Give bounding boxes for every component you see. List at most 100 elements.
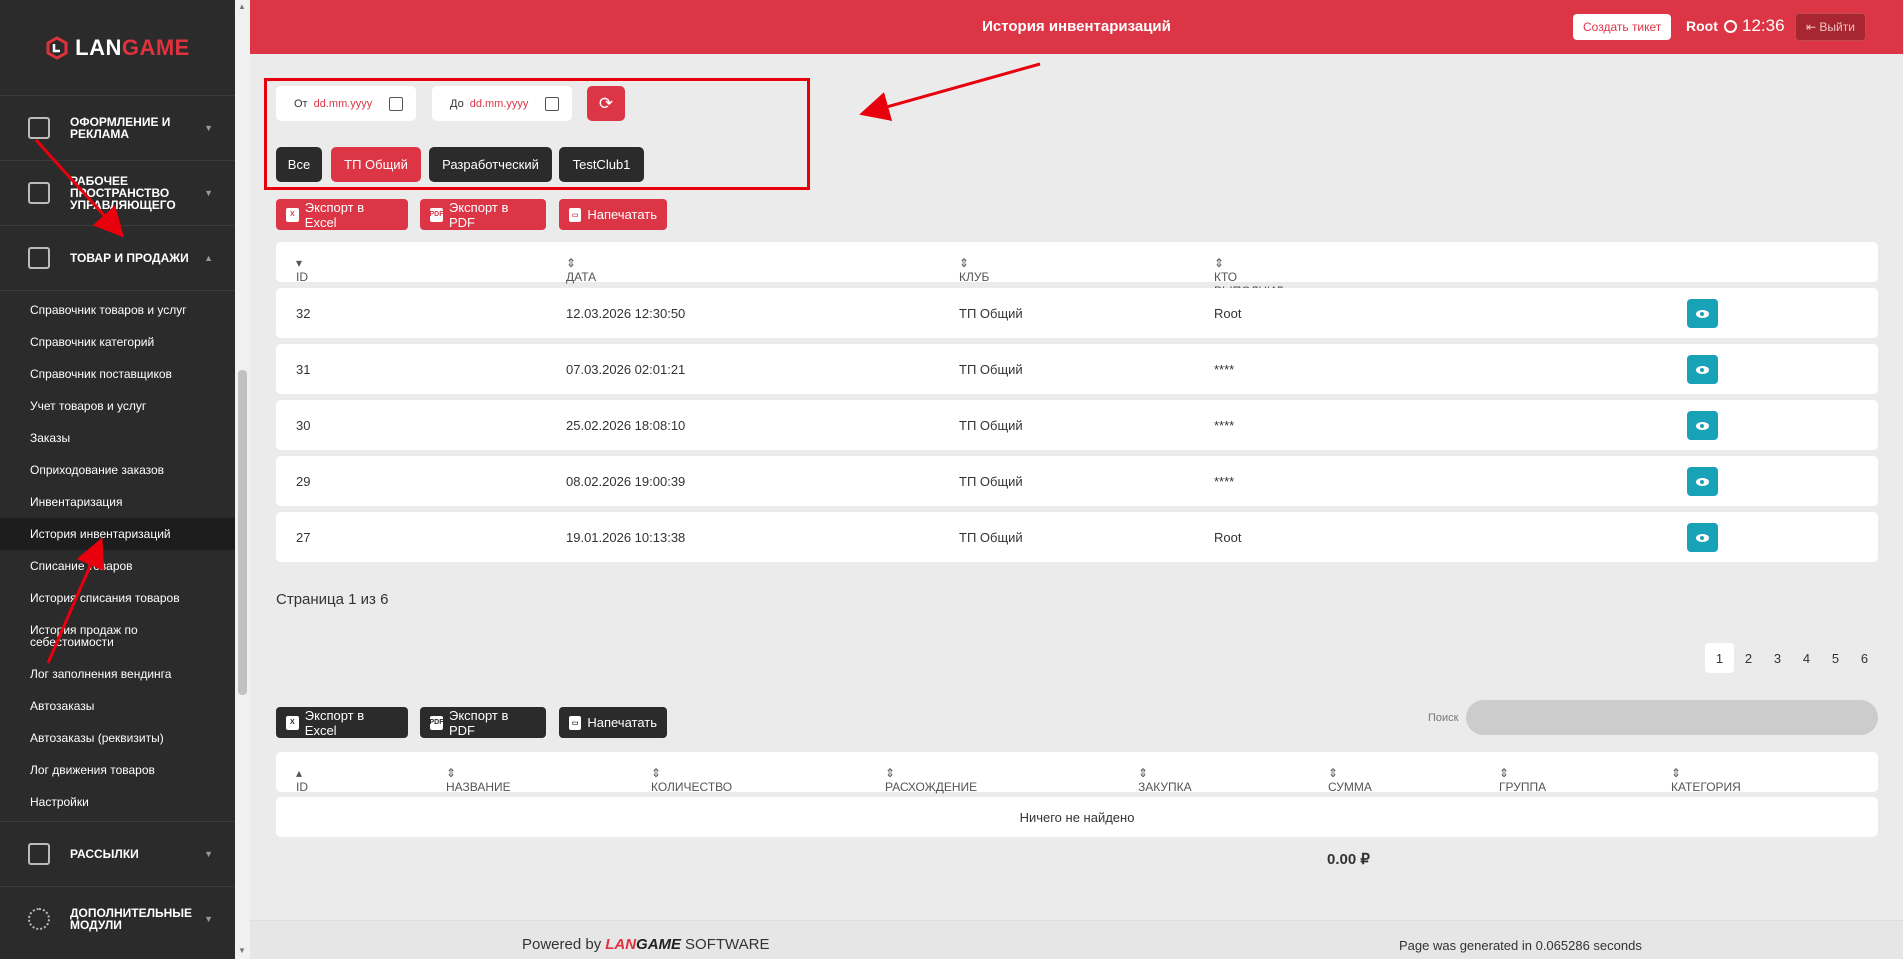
refresh-icon: ⟳ (598, 93, 614, 113)
sidebar-group-modules[interactable]: ДОПОЛНИТЕЛЬНЫЕ МОДУЛИ ▼ (0, 886, 235, 951)
details-table-header: ID ▴ НАЗВАНИЕ ⇕ КОЛИЧЕСТВО ⇕ РАСХОЖДЕНИЕ… (276, 752, 1878, 794)
sidebar-group-label: ОФОРМЛЕНИЕ И РЕКЛАМА (70, 115, 171, 141)
powered-by: Powered by LANGAME SOFTWARE (522, 936, 770, 953)
column-header-id[interactable]: ID ▴ (296, 766, 308, 794)
cell-id: 30 (296, 418, 311, 433)
chevron-down-icon: ▼ (204, 188, 213, 198)
scroll-up-icon[interactable]: ▲ (238, 2, 246, 11)
column-header-who[interactable]: КТО ВЫПОЛНИЛ ⇕ (1214, 256, 1284, 298)
generation-time: Page was generated in 0.065286 seconds (1399, 938, 1642, 953)
logout-button[interactable]: ⇤ Выйти (1795, 13, 1866, 41)
club-filter-tp-general[interactable]: ТП Общий (331, 147, 421, 182)
page-link-5[interactable]: 5 (1821, 643, 1850, 673)
calendar-icon[interactable] (388, 96, 403, 111)
club-filter-dev[interactable]: Разработческий (429, 147, 552, 182)
export-excel-button[interactable]: X Экспорт в Excel (276, 199, 408, 230)
view-button[interactable] (1687, 467, 1718, 496)
view-button[interactable] (1687, 523, 1718, 552)
view-button[interactable] (1687, 411, 1718, 440)
cell-club: ТП Общий (959, 362, 1023, 377)
software-label: SOFTWARE (685, 936, 770, 953)
sidebar-group-goods[interactable]: ТОВАР И ПРОДАЖИ ▲ (0, 225, 235, 290)
sidebar-group-design[interactable]: ОФОРМЛЕНИЕ И РЕКЛАМА ▼ (0, 95, 235, 160)
cell-id: 31 (296, 362, 311, 377)
sidebar-item[interactable]: Автозаказы (реквизиты) (0, 722, 235, 754)
button-label: Напечатать (587, 715, 657, 730)
sidebar-item-active[interactable]: История инвентаризаций (0, 518, 235, 550)
date-from-field[interactable]: От dd.mm.yyyy (276, 86, 416, 121)
sidebar-group-mailing[interactable]: РАССЫЛКИ ▼ (0, 821, 235, 886)
page-link-1[interactable]: 1 (1705, 643, 1734, 673)
column-header-date[interactable]: ДАТА ⇕ (566, 256, 596, 284)
refresh-button[interactable]: ⟳ (587, 86, 625, 121)
sidebar-item[interactable]: История продаж по себестоимости (0, 614, 235, 658)
create-ticket-button[interactable]: Создать тикет (1573, 14, 1672, 40)
sidebar-item[interactable]: Списание товаров (0, 550, 235, 582)
export-pdf-button[interactable]: PDF Экспорт в PDF (420, 707, 546, 738)
sidebar-item[interactable]: Настройки (0, 786, 235, 818)
clock-icon (1724, 19, 1737, 33)
sidebar-item[interactable]: Справочник поставщиков (0, 358, 235, 390)
page-link-6[interactable]: 6 (1850, 643, 1879, 673)
topbar: История инвентаризаций Создать тикет Roo… (250, 0, 1903, 54)
column-header-category[interactable]: КАТЕГОРИЯ ⇕ (1671, 766, 1741, 794)
print-button[interactable]: ▭ Напечатать (559, 199, 667, 230)
print-button[interactable]: ▭ Напечатать (559, 707, 667, 738)
sidebar-item[interactable]: Инвентаризация (0, 486, 235, 518)
club-filter-all[interactable]: Все (276, 147, 322, 182)
sidebar-scrollbar[interactable]: ▲ ▼ (235, 0, 250, 959)
page-link-3[interactable]: 3 (1763, 643, 1792, 673)
table-row: 32 12.03.2026 12:30:50 ТП Общий Root (276, 288, 1878, 338)
sidebar-item[interactable]: Справочник категорий (0, 326, 235, 358)
logout-icon: ⇤ (1806, 20, 1820, 34)
page-link-4[interactable]: 4 (1792, 643, 1821, 673)
column-header-club[interactable]: КЛУБ ⇕ (959, 256, 989, 284)
column-header-discrepancy[interactable]: РАСХОЖДЕНИЕ ⇕ (885, 766, 977, 794)
view-button[interactable] (1687, 355, 1718, 384)
sidebar: LANGAME ОФОРМЛЕНИЕ И РЕКЛАМА ▼ РАБОЧЕЕ П… (0, 0, 235, 959)
cell-club: ТП Общий (959, 418, 1023, 433)
sidebar-group-label: ТОВАР И ПРОДАЖИ (70, 251, 189, 265)
button-label: Экспорт в Excel (304, 199, 365, 230)
sidebar-group-label: ДОПОЛНИТЕЛЬНЫЕ МОДУЛИ (70, 906, 193, 932)
eye-icon (1696, 477, 1709, 486)
search-input[interactable] (1466, 700, 1878, 735)
table-row: 29 08.02.2026 19:00:39 ТП Общий **** (276, 456, 1878, 506)
scroll-down-icon[interactable]: ▼ (238, 946, 246, 955)
sidebar-submenu: Справочник товаров и услуг Справочник ка… (0, 290, 235, 821)
sidebar-item[interactable]: Справочник товаров и услуг (0, 294, 235, 326)
cell-who: **** (1214, 362, 1235, 377)
column-header-sum[interactable]: СУММА ⇕ (1328, 766, 1372, 794)
cell-who: **** (1214, 474, 1235, 489)
calendar-icon[interactable] (544, 96, 559, 111)
page-link-2[interactable]: 2 (1734, 643, 1763, 673)
sidebar-item[interactable]: Заказы (0, 422, 235, 454)
user-name[interactable]: Root (1686, 18, 1718, 34)
sidebar-group-label: РАССЫЛКИ (70, 847, 139, 861)
sidebar-item[interactable]: История списания товаров (0, 582, 235, 614)
date-to-field[interactable]: До dd.mm.yyyy (432, 86, 572, 121)
date-to-label: До (450, 97, 464, 110)
column-header-quantity[interactable]: КОЛИЧЕСТВО ⇕ (651, 766, 732, 794)
chevron-down-icon: ▼ (204, 914, 213, 924)
chevron-up-icon: ▲ (204, 253, 213, 263)
sidebar-item[interactable]: Лог движения товаров (0, 754, 235, 786)
eye-icon (1696, 421, 1709, 430)
sidebar-item[interactable]: Учет товаров и услуг (0, 390, 235, 422)
footer-logo[interactable]: LANGAME (605, 936, 681, 953)
column-header-purchase[interactable]: ЗАКУПКА ⇕ (1138, 766, 1192, 794)
column-header-group[interactable]: ГРУППА ⇕ (1499, 766, 1546, 794)
column-header-id[interactable]: ID ▾ (296, 256, 308, 284)
sidebar-item[interactable]: Лог заполнения вендинга (0, 658, 235, 690)
column-header-name[interactable]: НАЗВАНИЕ ⇕ (446, 766, 511, 794)
sidebar-group-workspace[interactable]: РАБОЧЕЕ ПРОСТРАНСТВО УПРАВЛЯЮЩЕГО ▼ (0, 160, 235, 225)
scrollbar-thumb[interactable] (238, 370, 247, 695)
export-pdf-button[interactable]: PDF Экспорт в PDF (420, 199, 546, 230)
view-button[interactable] (1687, 299, 1718, 328)
sidebar-item[interactable]: Автозаказы (0, 690, 235, 722)
cell-id: 32 (296, 306, 311, 321)
logo[interactable]: LANGAME (0, 0, 235, 95)
club-filter-testclub1[interactable]: TestClub1 (559, 147, 644, 182)
sidebar-item[interactable]: Оприходование заказов (0, 454, 235, 486)
export-excel-button[interactable]: X Экспорт в Excel (276, 707, 408, 738)
